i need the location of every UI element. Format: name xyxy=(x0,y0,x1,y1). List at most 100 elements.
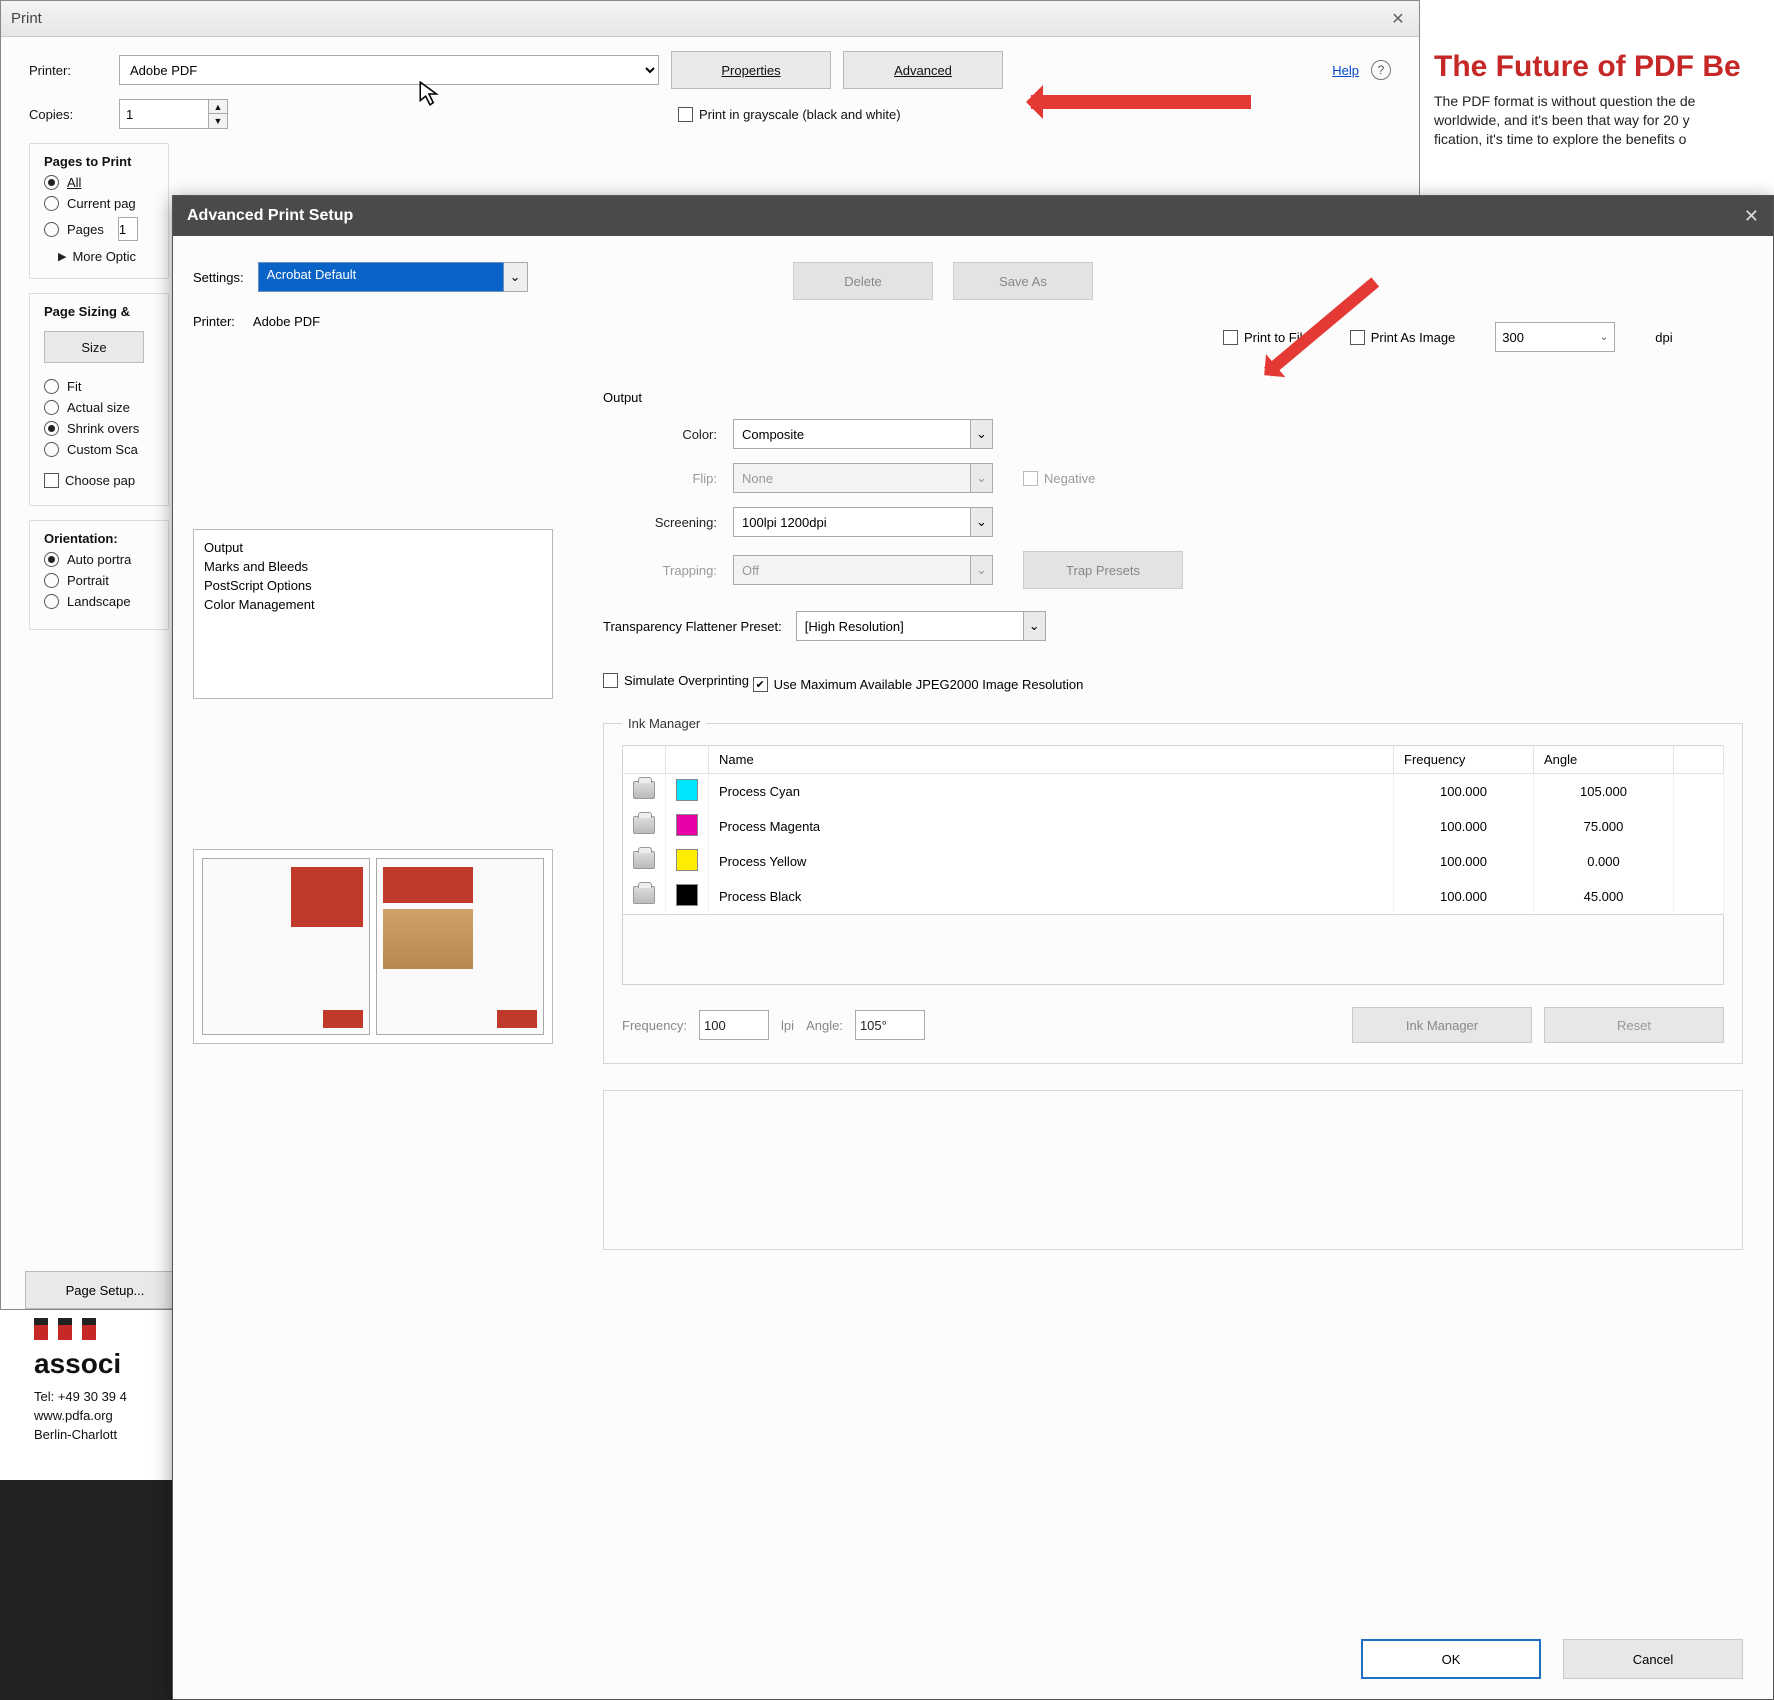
category-list[interactable]: Output Marks and Bleeds PostScript Optio… xyxy=(193,529,553,699)
simulate-overprint-checkbox[interactable]: Simulate Overprinting xyxy=(603,673,749,688)
angle-input[interactable] xyxy=(855,1010,925,1040)
dpi-input[interactable]: 300⌄ xyxy=(1495,322,1615,352)
pages-input[interactable] xyxy=(118,217,138,241)
radio-shrink[interactable]: Shrink overs xyxy=(44,421,154,436)
radio-custom[interactable]: Custom Sca xyxy=(44,442,154,457)
printer-label: Printer: xyxy=(29,63,119,78)
lpi-label: lpi xyxy=(781,1018,794,1033)
color-swatch xyxy=(676,884,698,906)
flip-select: None⌄ xyxy=(733,463,993,493)
ink-frequency: 100.000 xyxy=(1394,809,1534,844)
page-setup-button[interactable]: Page Setup... xyxy=(25,1271,185,1309)
help-icon[interactable]: ? xyxy=(1371,60,1391,80)
ink-frequency: 100.000 xyxy=(1394,879,1534,915)
ink-angle: 75.000 xyxy=(1534,809,1674,844)
radio-actual[interactable]: Actual size xyxy=(44,400,154,415)
properties-button[interactable]: Properties xyxy=(671,51,831,89)
article-text: The PDF format is without question the d… xyxy=(1434,92,1774,111)
close-icon[interactable]: ✕ xyxy=(1387,9,1409,29)
ok-button[interactable]: OK xyxy=(1361,1639,1541,1679)
copies-label: Copies: xyxy=(29,107,119,122)
trapping-label: Trapping: xyxy=(603,563,733,578)
print-titlebar[interactable]: Print ✕ xyxy=(1,1,1419,37)
spin-down-icon[interactable]: ▼ xyxy=(209,114,227,128)
radio-landscape[interactable]: Landscape xyxy=(44,594,154,609)
cancel-button[interactable]: Cancel xyxy=(1563,1639,1743,1679)
advanced-button[interactable]: Advanced xyxy=(843,51,1003,89)
settings-select[interactable]: Acrobat Default ⌄ xyxy=(258,262,528,292)
col-name[interactable]: Name xyxy=(709,746,1394,774)
negative-checkbox: Negative xyxy=(1023,471,1095,486)
triangle-right-icon: ▶ xyxy=(58,250,66,263)
more-options[interactable]: ▶More Optic xyxy=(58,249,154,264)
flattener-select[interactable]: [High Resolution]⌄ xyxy=(796,611,1046,641)
table-row[interactable]: Process Black100.00045.000 xyxy=(623,879,1724,915)
article-text: fication, it's time to explore the benef… xyxy=(1434,130,1774,149)
copies-spinner[interactable]: ▲▼ xyxy=(119,99,228,129)
color-label: Color: xyxy=(603,427,733,442)
ink-name: Process Black xyxy=(709,879,1394,915)
trap-presets-button: Trap Presets xyxy=(1023,551,1183,589)
print-as-image-checkbox[interactable]: Print As Image xyxy=(1350,330,1456,345)
category-item[interactable]: Output xyxy=(204,538,542,557)
ink-table[interactable]: Name Frequency Angle Process Cyan100.000… xyxy=(622,745,1724,915)
angle-label: Angle: xyxy=(806,1018,843,1033)
table-row[interactable]: Process Yellow100.0000.000 xyxy=(623,844,1724,879)
radio-current[interactable]: Current pag xyxy=(44,196,154,211)
pages-group-title: Pages to Print xyxy=(44,154,154,169)
ink-name: Process Magenta xyxy=(709,809,1394,844)
save-as-button: Save As xyxy=(953,262,1093,300)
advanced-title: Advanced Print Setup xyxy=(187,207,1744,225)
help-link[interactable]: Help xyxy=(1332,63,1359,78)
color-swatch xyxy=(676,849,698,871)
size-button[interactable]: Size xyxy=(44,331,144,363)
adv-printer-label: Printer: xyxy=(193,314,235,329)
frequency-input[interactable] xyxy=(699,1010,769,1040)
close-icon[interactable]: ✕ xyxy=(1744,206,1759,227)
color-select[interactable]: Composite⌄ xyxy=(733,419,993,449)
flattener-label: Transparency Flattener Preset: xyxy=(603,619,796,634)
grayscale-checkbox[interactable]: Print in grayscale (black and white) xyxy=(678,107,901,122)
chevron-down-icon[interactable]: ⌄ xyxy=(1600,332,1608,343)
radio-portrait[interactable]: Portrait xyxy=(44,573,154,588)
ink-manager-group: Ink Manager Name Frequency Angle Process… xyxy=(603,716,1743,1064)
printer-ink-icon xyxy=(633,851,655,869)
spin-up-icon[interactable]: ▲ xyxy=(209,100,227,114)
chevron-down-icon: ⌄ xyxy=(970,420,992,448)
article-text: worldwide, and it's been that way for 20… xyxy=(1434,111,1774,130)
ink-name: Process Cyan xyxy=(709,774,1394,810)
category-item[interactable]: Color Management xyxy=(204,595,542,614)
printer-ink-icon xyxy=(633,816,655,834)
printer-select[interactable]: Adobe PDF xyxy=(119,55,659,85)
radio-fit[interactable]: Fit xyxy=(44,379,154,394)
table-row[interactable]: Process Cyan100.000105.000 xyxy=(623,774,1724,810)
cursor-icon xyxy=(419,81,441,107)
col-angle[interactable]: Angle xyxy=(1534,746,1674,774)
frequency-label: Frequency: xyxy=(622,1018,687,1033)
flip-label: Flip: xyxy=(603,471,733,486)
category-item[interactable]: PostScript Options xyxy=(204,576,542,595)
radio-all[interactable]: All xyxy=(44,175,154,190)
logo-icon xyxy=(34,1318,176,1342)
screening-label: Screening: xyxy=(603,515,733,530)
ink-manager-button[interactable]: Ink Manager xyxy=(1352,1007,1532,1043)
printer-ink-icon xyxy=(633,886,655,904)
ink-angle: 105.000 xyxy=(1534,774,1674,810)
chevron-down-icon[interactable]: ⌄ xyxy=(504,262,528,292)
col-frequency[interactable]: Frequency xyxy=(1394,746,1534,774)
copies-input[interactable] xyxy=(119,99,209,129)
color-swatch xyxy=(676,779,698,801)
advanced-titlebar[interactable]: Advanced Print Setup ✕ xyxy=(173,196,1773,236)
radio-pages[interactable]: Pages xyxy=(44,217,154,241)
color-swatch xyxy=(676,814,698,836)
choose-paper-checkbox[interactable]: Choose pap xyxy=(44,473,135,488)
ink-frequency: 100.000 xyxy=(1394,774,1534,810)
table-row[interactable]: Process Magenta100.00075.000 xyxy=(623,809,1724,844)
reset-button: Reset xyxy=(1544,1007,1724,1043)
category-item[interactable]: Marks and Bleeds xyxy=(204,557,542,576)
screening-select[interactable]: 100lpi 1200dpi⌄ xyxy=(733,507,993,537)
radio-auto-orient[interactable]: Auto portra xyxy=(44,552,154,567)
max-jpeg2000-checkbox[interactable]: ✔Use Maximum Available JPEG2000 Image Re… xyxy=(753,677,1084,692)
logo-text: associ xyxy=(34,1348,176,1380)
print-preview xyxy=(193,849,553,1044)
